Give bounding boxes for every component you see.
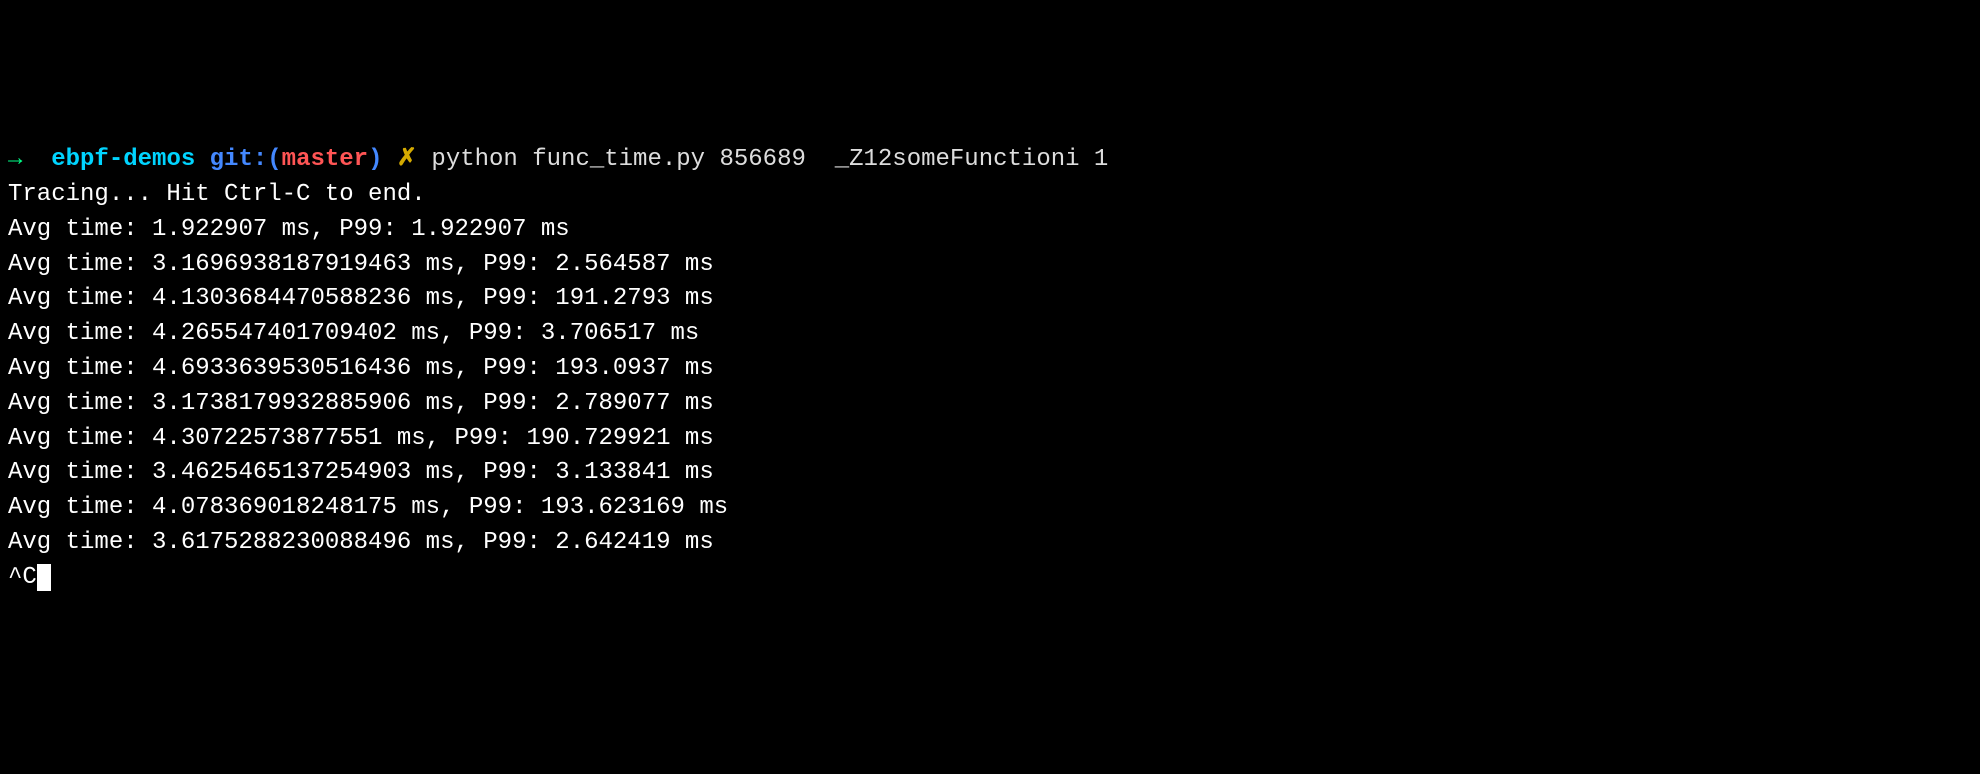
- ctrl-c-signal: ^C: [8, 564, 37, 591]
- output-line: Avg time: 4.30722573877551 ms, P99: 190.…: [8, 422, 1972, 457]
- command-input[interactable]: python func_time.py 856689 _Z12someFunct…: [431, 146, 1108, 173]
- output-line: Avg time: 3.1696938187919463 ms, P99: 2.…: [8, 248, 1972, 283]
- prompt-dirty-icon: ✗: [397, 146, 417, 173]
- output-line: Avg time: 3.6175288230088496 ms, P99: 2.…: [8, 526, 1972, 561]
- interrupt-line: ^C: [8, 561, 1972, 596]
- prompt-line: → ebpf-demos git:(master) ✗ python func_…: [8, 143, 1972, 178]
- tracing-status: Tracing... Hit Ctrl-C to end.: [8, 178, 1972, 213]
- terminal[interactable]: → ebpf-demos git:(master) ✗ python func_…: [8, 143, 1972, 595]
- output-line: Avg time: 1.922907 ms, P99: 1.922907 ms: [8, 213, 1972, 248]
- prompt-arrow-icon: →: [8, 146, 22, 173]
- prompt-git-label: git:(: [210, 146, 282, 173]
- output-line: Avg time: 3.1738179932885906 ms, P99: 2.…: [8, 387, 1972, 422]
- cursor-icon: [37, 564, 51, 590]
- prompt-git-branch: master: [282, 146, 368, 173]
- prompt-directory: ebpf-demos: [51, 146, 195, 173]
- output-line: Avg time: 3.4625465137254903 ms, P99: 3.…: [8, 456, 1972, 491]
- output-line: Avg time: 4.6933639530516436 ms, P99: 19…: [8, 352, 1972, 387]
- prompt-git-close: ): [368, 146, 382, 173]
- output-line: Avg time: 4.1303684470588236 ms, P99: 19…: [8, 282, 1972, 317]
- output-line: Avg time: 4.265547401709402 ms, P99: 3.7…: [8, 317, 1972, 352]
- output-line: Avg time: 4.078369018248175 ms, P99: 193…: [8, 491, 1972, 526]
